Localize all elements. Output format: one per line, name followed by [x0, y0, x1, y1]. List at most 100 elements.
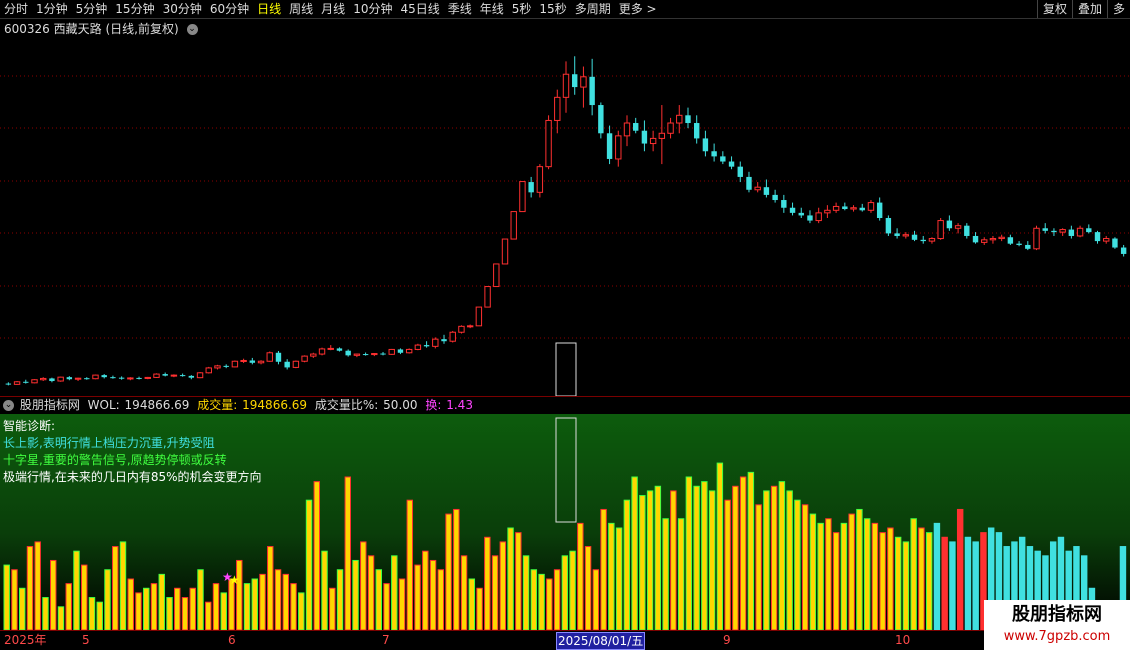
volume-bar — [871, 522, 879, 630]
period-tab[interactable]: 45日线 — [396, 0, 443, 19]
candle — [449, 330, 456, 343]
candle — [257, 360, 265, 365]
period-tab[interactable]: 30分钟 — [159, 0, 206, 19]
candle — [911, 230, 918, 242]
period-tab[interactable]: 年线 — [476, 0, 508, 19]
candle — [572, 56, 578, 95]
volume-bar — [600, 508, 607, 630]
selected-volume-marker — [555, 417, 577, 523]
wol-label: WOL: — [87, 398, 120, 412]
candle — [275, 350, 282, 365]
toolbar-button[interactable]: 复权 — [1036, 0, 1072, 18]
period-tab[interactable]: 周线 — [285, 0, 317, 19]
date-axis: 2025年 5 6 7 2025/08/01/五 9 10 — [0, 630, 1130, 650]
candle — [789, 202, 796, 216]
volume-bar — [360, 541, 367, 630]
candle — [685, 107, 691, 129]
period-tab[interactable]: 1分钟 — [32, 0, 72, 19]
candle — [318, 347, 326, 356]
period-tab[interactable]: 5分钟 — [72, 0, 112, 19]
volume-bar — [212, 583, 220, 630]
period-tab[interactable]: 分时 — [0, 0, 32, 19]
candle — [920, 235, 926, 244]
volume-bar — [34, 541, 41, 630]
period-toolbar: 分时 1分钟 5分钟 15分钟 30分钟 60分钟 日线 周线 月线 10分钟 45日线 季线 年线 5秒… — [0, 0, 1130, 19]
candle — [641, 120, 648, 152]
period-tab[interactable]: 15秒 — [535, 0, 570, 19]
volume-bar — [259, 573, 266, 630]
volume-bar — [902, 541, 910, 630]
toolbar-button[interactable]: 叠加 — [1071, 0, 1107, 18]
volume-bar — [406, 499, 414, 630]
star-icon: ★ — [229, 573, 240, 587]
period-tab[interactable]: 10分钟 — [349, 0, 396, 19]
volume-bar — [42, 597, 49, 630]
period-tab[interactable]: 多周期 — [571, 0, 615, 19]
volume-bar — [615, 527, 623, 630]
price-grid — [0, 75, 1130, 339]
period-tab[interactable]: 5秒 — [508, 0, 536, 19]
volume-bar — [801, 504, 809, 630]
period-tab[interactable]: 季线 — [444, 0, 476, 19]
volume-bar — [809, 513, 817, 630]
period-tab[interactable]: 15分钟 — [111, 0, 158, 19]
candle — [231, 360, 239, 368]
candle — [649, 130, 657, 152]
period-tab[interactable]: 60分钟 — [206, 0, 253, 19]
price-chart[interactable] — [0, 38, 1130, 396]
candle — [13, 381, 21, 385]
volume-bar — [553, 569, 561, 630]
volume-bar — [205, 601, 212, 630]
volume-bar — [437, 569, 445, 630]
volume-bar — [561, 555, 569, 630]
candle — [798, 207, 804, 218]
candle — [475, 306, 483, 327]
volume-bar — [104, 569, 111, 630]
date-label: 9 — [723, 633, 731, 647]
date-label: 6 — [228, 633, 236, 647]
period-tab[interactable]: 日线 — [253, 0, 285, 19]
candle — [301, 355, 308, 363]
volume-bar — [251, 578, 258, 630]
candle — [353, 353, 361, 358]
diagnosis-line: 极端行情,在未来的几日内有85%的机会变更方向 — [3, 470, 262, 484]
volume-bar — [112, 546, 119, 630]
volume-bar — [336, 569, 344, 630]
candle — [1112, 237, 1118, 249]
volume-bar — [274, 569, 282, 630]
volume-bar — [375, 569, 383, 630]
volume-bar — [654, 485, 662, 630]
volume-bar — [243, 583, 251, 630]
volume-bar — [150, 583, 158, 630]
candle — [240, 358, 247, 364]
period-tab[interactable]: 更多 > — [615, 0, 661, 19]
candle — [772, 189, 778, 203]
volume-bar — [778, 481, 786, 630]
date-label: 10 — [895, 633, 911, 647]
toolbar-button[interactable]: 多 — [1106, 0, 1130, 18]
candle — [127, 377, 134, 381]
candle — [101, 374, 107, 379]
volume-bar — [577, 522, 584, 630]
candle — [1007, 234, 1014, 245]
stock-code: 600326 — [4, 22, 50, 36]
candle — [754, 182, 761, 193]
volume-bar — [770, 485, 778, 630]
candle — [23, 379, 29, 384]
candle — [284, 359, 290, 370]
vol-value: 194866.69 — [242, 398, 308, 412]
chevron-down-icon[interactable]: ⌄ — [3, 400, 14, 411]
candle — [466, 324, 474, 329]
chevron-down-icon[interactable]: ⌄ — [186, 24, 198, 35]
candle — [711, 143, 717, 162]
volume-bar — [460, 555, 468, 630]
volume-bar — [739, 476, 747, 630]
period-tab[interactable]: 月线 — [317, 0, 349, 19]
volume-bar — [282, 573, 289, 630]
diagnosis-title: 智能诊断: — [3, 419, 56, 433]
volume-bar — [972, 541, 979, 630]
candle — [205, 366, 212, 374]
candle — [371, 353, 378, 357]
candle — [989, 235, 997, 244]
candle — [536, 164, 544, 198]
